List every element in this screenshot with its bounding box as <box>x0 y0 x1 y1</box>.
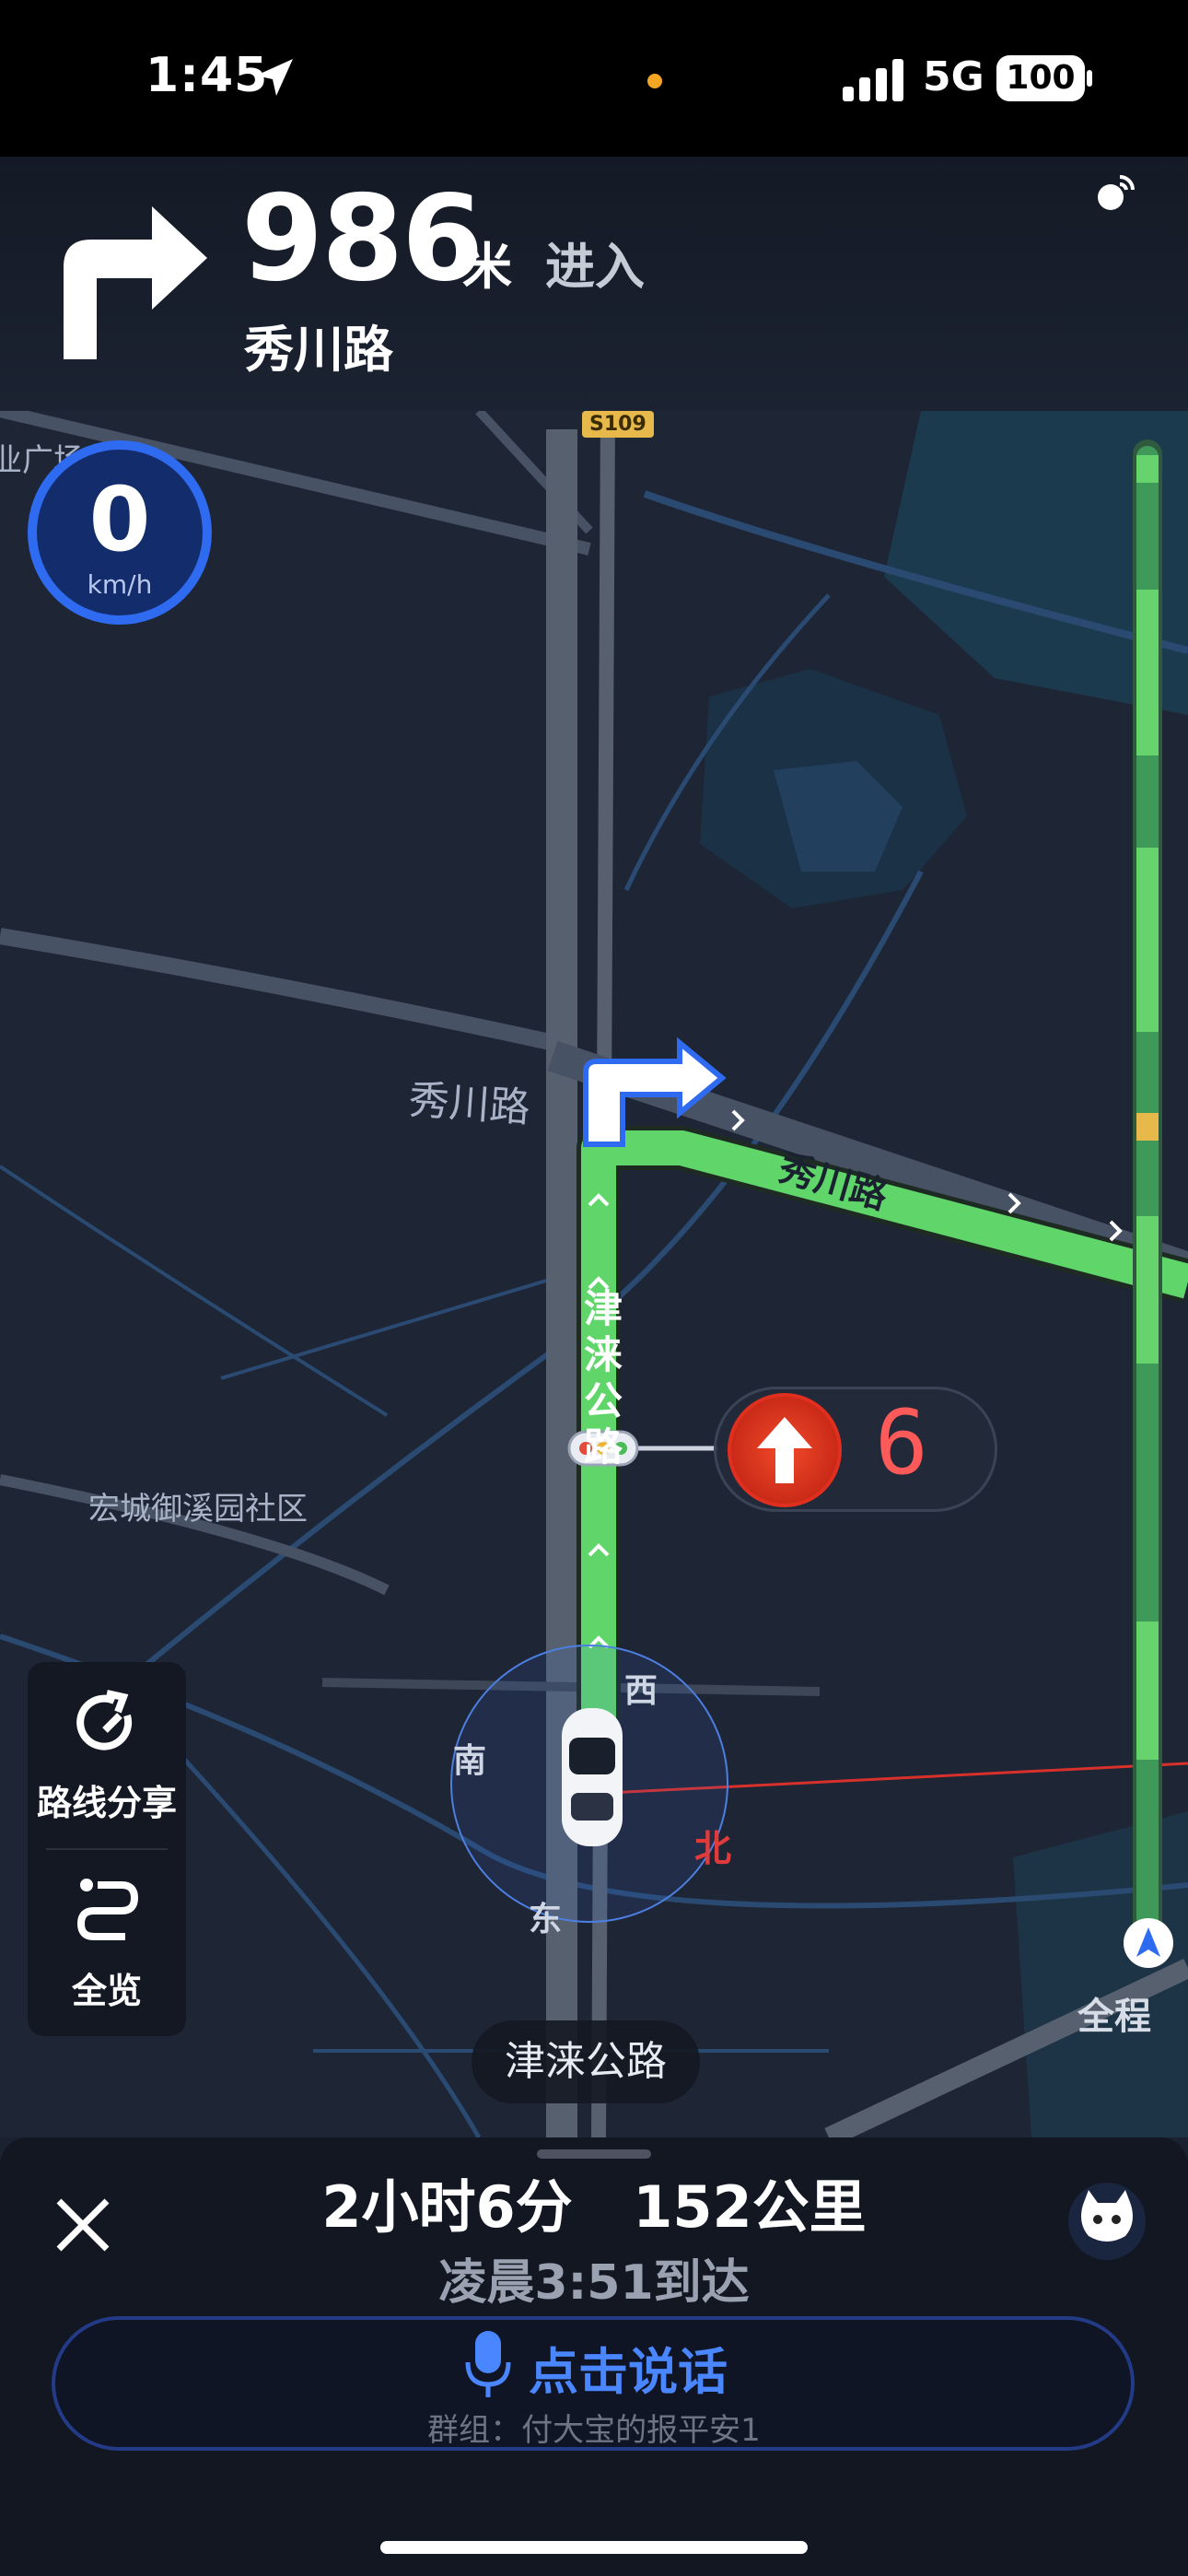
community-label: 宏城御溪园社区 <box>88 1491 308 1528</box>
current-road-label: 津涞公路 <box>472 2020 700 2103</box>
battery-level: 100 <box>996 55 1085 101</box>
traffic-light-countdown: 6 <box>875 1391 928 1494</box>
trip-duration: 2小时6分 <box>321 2173 573 2241</box>
status-bar: 1:45 5G 100 <box>0 0 1188 157</box>
route-road-label-jinlai: 津 涞 公 路 <box>583 1286 623 1469</box>
trip-eta: 凌晨3:51到达 <box>438 2255 750 2311</box>
progress-label: 全程 <box>1077 1996 1151 2038</box>
turn-right-icon <box>64 206 207 359</box>
compass-north: 北 <box>694 1828 731 1870</box>
progress-segment <box>1136 1622 1159 1760</box>
turn-action: 进入 <box>545 238 645 296</box>
sheet-handle[interactable] <box>537 2149 651 2159</box>
progress-start-icon <box>1124 1918 1173 1968</box>
vehicle-icon <box>562 1708 623 1846</box>
status-time: 1:45 <box>146 48 269 103</box>
broadcast-icon[interactable] <box>1090 171 1136 217</box>
turn-distance: 986 <box>241 170 483 308</box>
speed-value: 0 <box>88 468 151 571</box>
share-route-icon <box>76 1690 133 1751</box>
compass-east: 东 <box>529 1901 563 1938</box>
progress-segment <box>1136 590 1159 755</box>
distance-unit: 米 <box>462 238 512 296</box>
progress-segment <box>1136 1216 1159 1364</box>
overview-button[interactable]: 全览 <box>28 1962 186 2013</box>
share-route-button[interactable]: 路线分享 <box>28 1774 186 1825</box>
divider <box>46 1848 168 1850</box>
cat-assistant-icon[interactable] <box>1042 2177 1162 2260</box>
speedometer: 0 km/h <box>28 440 212 625</box>
next-road-name: 秀川路 <box>244 321 393 379</box>
road-label-xiuchuan: 秀川路 <box>407 1076 532 1132</box>
progress-segment <box>1136 848 1159 1032</box>
progress-segment <box>1136 455 1159 483</box>
trip-distance: 152公里 <box>633 2173 867 2241</box>
straight-arrow-icon <box>728 1393 842 1507</box>
voice-group-label: 群组：付大宝的报平安1 <box>427 2412 761 2449</box>
overview-icon <box>76 1879 139 1940</box>
speed-unit: km/h <box>87 569 153 600</box>
microphone-icon <box>465 2331 511 2397</box>
trip-summary: 2小时6分 152公里 <box>0 2160 1188 2243</box>
home-indicator[interactable] <box>380 2541 808 2554</box>
location-arrow-icon <box>256 59 293 96</box>
cellular-signal-icon <box>843 59 903 101</box>
progress-segment <box>1136 1113 1159 1141</box>
network-type: 5G <box>923 53 984 100</box>
highway-badge: S109 <box>582 411 654 438</box>
battery-tip <box>1087 70 1092 87</box>
voice-talk-label[interactable]: 点击说话 <box>529 2331 728 2404</box>
compass-west: 西 <box>624 1672 658 1710</box>
side-panel: 路线分享 全览 <box>28 1662 186 2036</box>
privacy-indicator-dot <box>647 74 662 88</box>
compass-south: 南 <box>453 1742 487 1780</box>
